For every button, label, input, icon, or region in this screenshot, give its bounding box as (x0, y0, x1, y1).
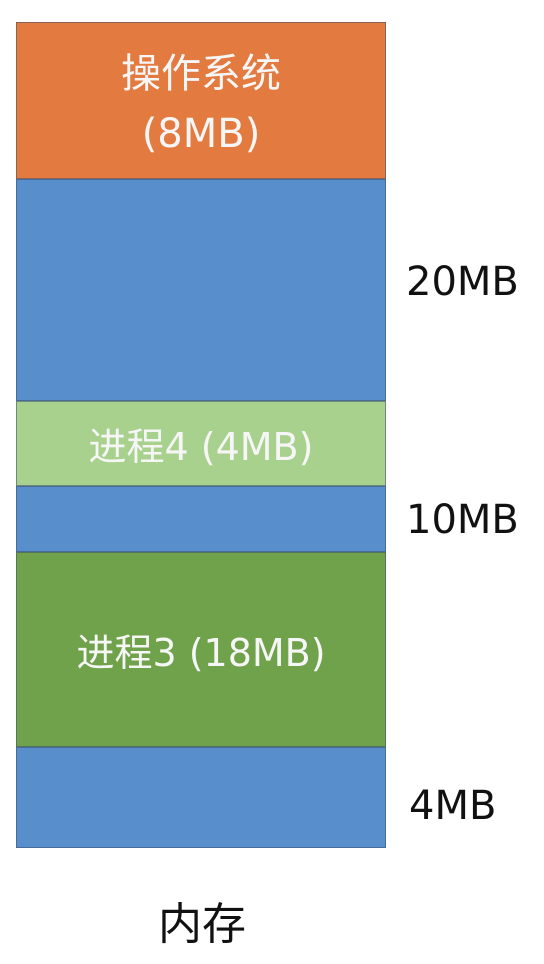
process4-label: 进程4 (4MB) (88, 425, 314, 469)
memory-caption: 内存 (158, 899, 246, 950)
free-size-label-4mb: 4MB (409, 783, 497, 829)
free-size-label-10mb: 10MB (406, 497, 519, 543)
free-block-10mb (16, 486, 386, 552)
free-block-20mb (16, 179, 386, 401)
process3-label: 进程3 (18MB) (76, 631, 326, 675)
memory-diagram: 操作系统 (8MB) 进程4 (4MB) 进程3 (18MB) (16, 22, 386, 848)
free-size-label-20mb: 20MB (406, 259, 519, 305)
os-size-label: (8MB) (141, 110, 261, 157)
os-block: 操作系统 (8MB) (16, 22, 386, 179)
os-label: 操作系统 (121, 50, 281, 97)
process4-block: 进程4 (4MB) (16, 401, 386, 486)
process3-block: 进程3 (18MB) (16, 552, 386, 747)
free-block-4mb (16, 747, 386, 848)
